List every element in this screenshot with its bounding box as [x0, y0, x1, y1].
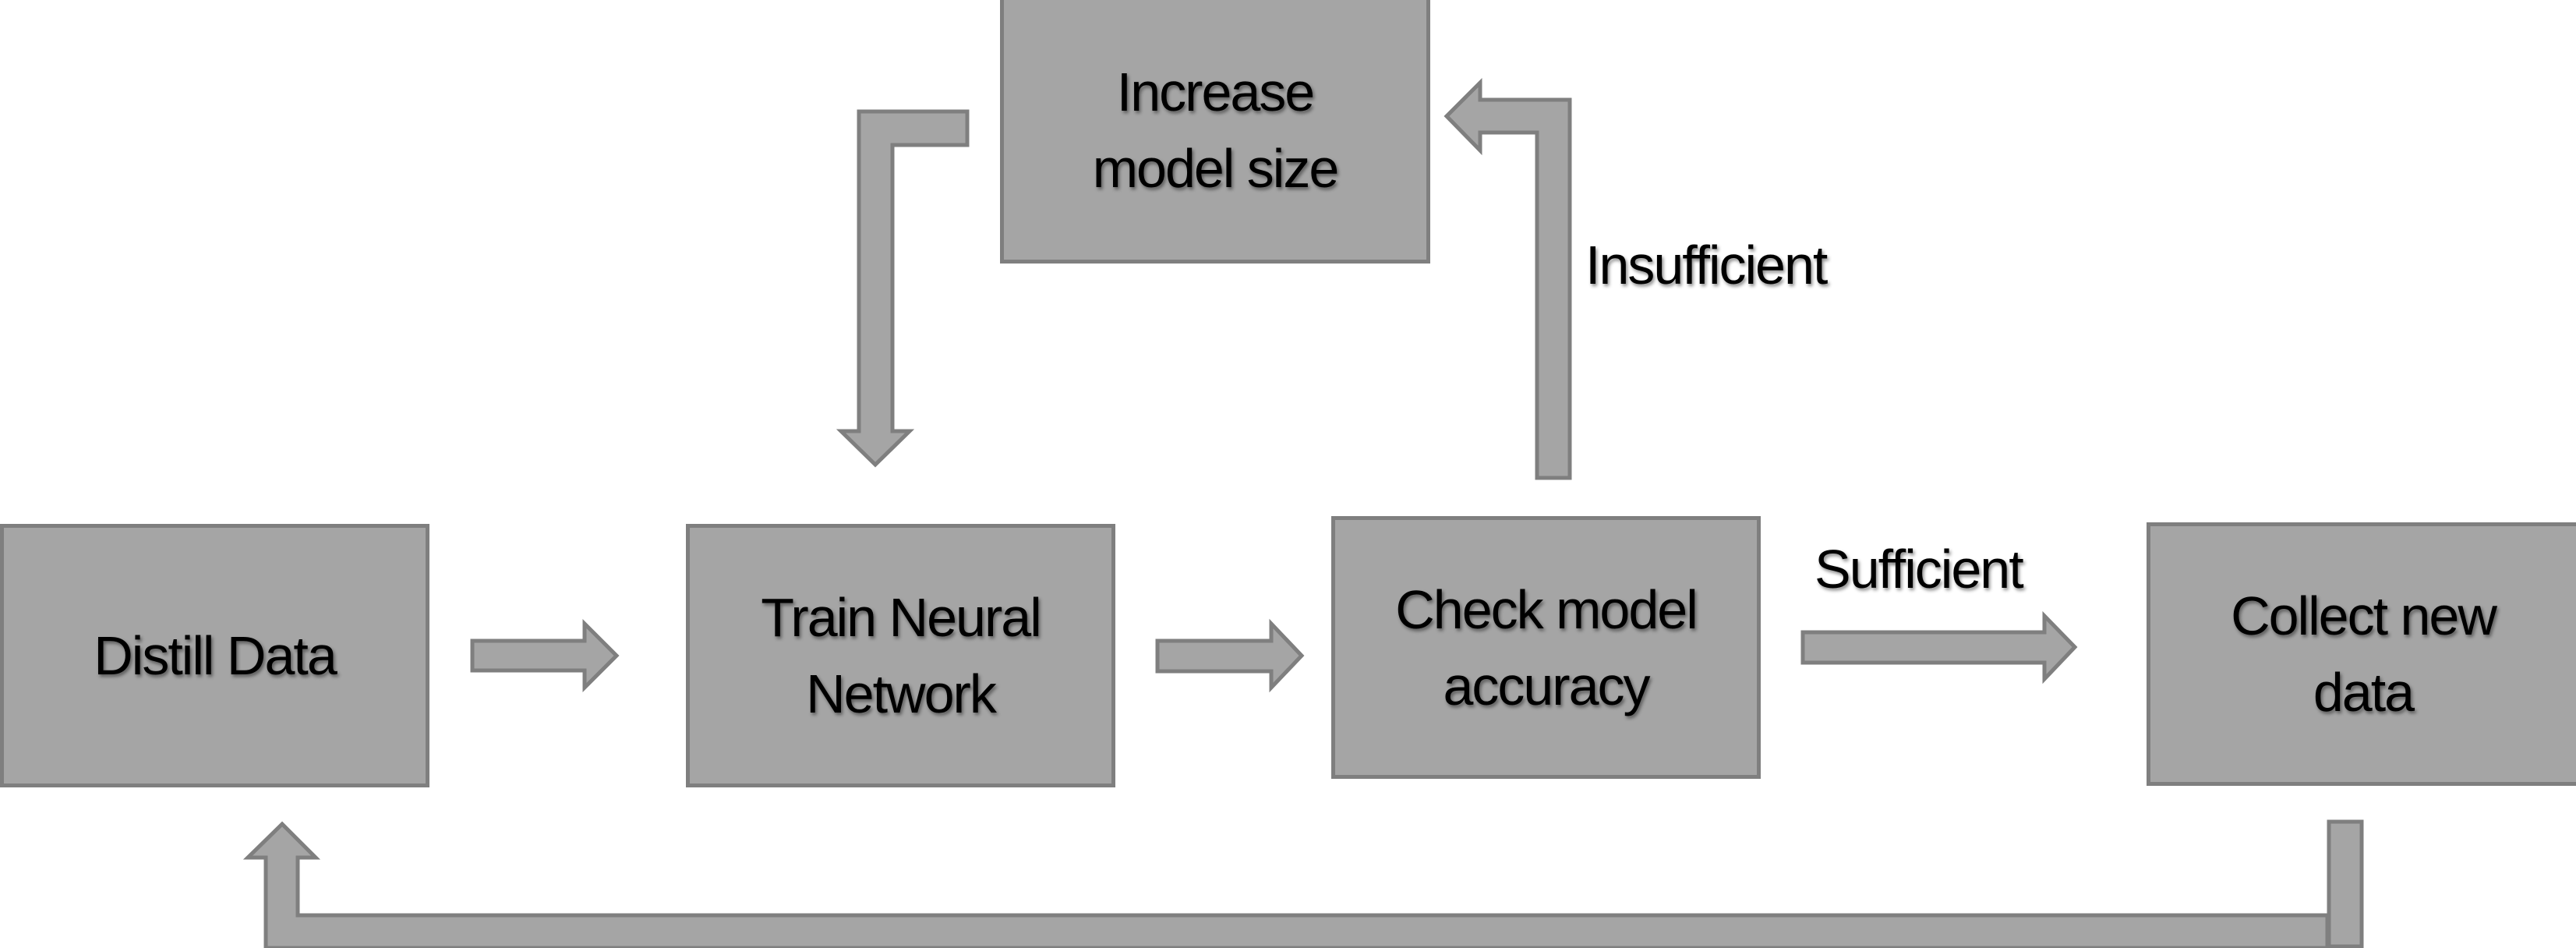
edge-label-sufficient: Sufficient	[1815, 539, 2024, 600]
node-label: Train Neural Network	[761, 587, 1042, 724]
node-increase-model-size: Increase model size	[1000, 0, 1430, 264]
arrow-increase-to-train	[836, 109, 970, 468]
node-collect-new-data: Collect new data	[2147, 522, 2576, 786]
node-label: Check model accuracy	[1395, 578, 1698, 716]
arrow-collect-to-distill-tail	[2327, 819, 2364, 948]
node-label: Collect new data	[2231, 585, 2497, 723]
node-distill-data: Distill Data	[0, 524, 429, 787]
arrow-check-to-increase	[1443, 77, 1572, 480]
arrow-train-to-check	[1155, 618, 1305, 693]
arrow-collect-to-distill	[242, 821, 2330, 948]
node-train-neural-network: Train Neural Network	[686, 524, 1115, 787]
edge-label-insufficient: Insufficient	[1585, 235, 1828, 295]
arrow-check-to-collect	[1800, 610, 2078, 684]
node-label: Increase model size	[1092, 61, 1340, 199]
arrow-distill-to-train	[470, 618, 620, 693]
node-label: Distill Data	[94, 625, 337, 686]
flowchart-canvas: Distill Data Train Neural Network Check …	[0, 0, 2576, 948]
node-check-model-accuracy: Check model accuracy	[1331, 516, 1761, 779]
